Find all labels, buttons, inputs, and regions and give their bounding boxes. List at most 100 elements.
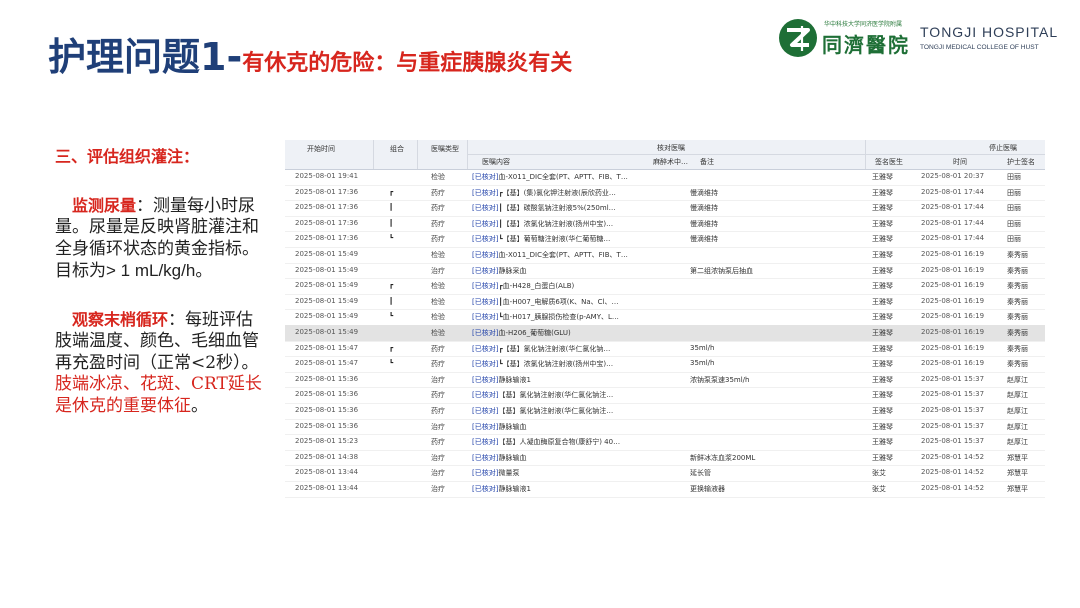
table-row[interactable]: 2025-08-01 19:41 检验 王雅琴 2025-08-01 20:37 田丽 [… xyxy=(285,169,1045,186)
verified-tag: [已核对] xyxy=(472,266,499,275)
table-row[interactable]: 2025-08-01 14:38 治疗 新鲜冰冻血浆200ML 王雅琴 2025-08-… xyxy=(285,450,1045,467)
cell-nurse-sign: 田丽 xyxy=(1007,188,1021,197)
table-row[interactable]: 2025-08-01 15:36 治疗 王雅琴 2025-08-01 15:37 赵厚江… xyxy=(285,419,1045,436)
table-row[interactable]: 2025-08-01 15:49 ┃ 检验 王雅琴 2025-08-01 16:19 秦秀… xyxy=(285,294,1045,311)
cell-order-content: [已核对]血-X011_DIC全套(PT、APTT、FIB、T… xyxy=(472,172,640,182)
cell-start-time: 2025-08-01 17:36 xyxy=(295,187,359,196)
cell-start-time: 2025-08-01 17:36 xyxy=(295,234,359,243)
cell-nurse-sign: 田丽 xyxy=(1007,235,1021,244)
table-row[interactable]: 2025-08-01 17:36 ┃ 药疗 慢滴维持 王雅琴 2025-08-01 17:… xyxy=(285,200,1045,217)
table-row[interactable]: 2025-08-01 17:36 ┗ 药疗 慢滴维持 王雅琴 2025-08-01 17:… xyxy=(285,231,1045,248)
cell-signing-doctor: 王雅琴 xyxy=(872,360,893,369)
cell-order-type: 药疗 xyxy=(431,235,445,244)
cell-stop-time: 2025-08-01 16:19 xyxy=(921,296,985,305)
table-row[interactable]: 2025-08-01 15:36 治疗 浓钠泵泵速35ml/h 王雅琴 2025-08-… xyxy=(285,372,1045,389)
cell-order-content: [已核对]【基】氯化钠注射液(华仁氯化钠注… xyxy=(472,406,640,416)
cell-note: 慢滴维持 xyxy=(690,204,718,213)
verified-tag: [已核对] xyxy=(472,188,499,197)
table-header: 开始时间 组合 医嘱类型 核对医嘱 停止医嘱 医嘱内容 麻醉术中… 备注 签名医… xyxy=(285,140,1045,170)
cell-group: ┃ xyxy=(389,218,394,227)
table-row[interactable]: 2025-08-01 15:49 治疗 第二组浓钠泵后抽血 王雅琴 2025-08-01… xyxy=(285,263,1045,280)
cell-note: 慢滴维持 xyxy=(690,219,718,228)
cell-stop-time: 2025-08-01 17:44 xyxy=(921,218,985,227)
table-row[interactable]: 2025-08-01 15:36 药疗 王雅琴 2025-08-01 15:37 赵厚江… xyxy=(285,403,1045,420)
col-signing-doctor[interactable]: 签名医生 xyxy=(875,157,903,167)
cell-order-type: 药疗 xyxy=(431,391,445,400)
col-group[interactable]: 组合 xyxy=(390,144,404,154)
cell-stop-time: 2025-08-01 14:52 xyxy=(921,452,985,461)
cell-order-type: 药疗 xyxy=(431,438,445,447)
header-divider xyxy=(417,140,418,169)
cell-nurse-sign: 郑慧平 xyxy=(1007,453,1028,462)
cell-start-time: 2025-08-01 19:41 xyxy=(295,172,359,180)
verified-tag: [已核对] xyxy=(472,422,499,431)
cell-order-type: 药疗 xyxy=(431,344,445,353)
cell-note: 慢滴维持 xyxy=(690,188,718,197)
table-row[interactable]: 2025-08-01 15:49 检验 王雅琴 2025-08-01 16:19 秦秀丽… xyxy=(285,325,1045,342)
cell-start-time: 2025-08-01 15:36 xyxy=(295,406,359,414)
cell-group: ┏ xyxy=(389,281,394,290)
verified-tag: [已核对] xyxy=(472,219,499,228)
cell-signing-doctor: 王雅琴 xyxy=(872,391,893,400)
table-row[interactable]: 2025-08-01 17:36 ┃ 药疗 慢滴维持 王雅琴 2025-08-01 17:… xyxy=(285,216,1045,233)
cell-order-type: 检验 xyxy=(431,313,445,322)
cell-group: ┏ xyxy=(389,343,394,352)
order-content-text: 静脉输液1 xyxy=(498,485,531,493)
cell-note: 慢滴维持 xyxy=(690,235,718,244)
order-content-text: 【基】氯化钠注射液(华仁氯化钠注… xyxy=(498,407,614,415)
cell-order-content: [已核对]【基】人凝血酶原复合物(康舒宁) 40… xyxy=(472,437,640,447)
table-row[interactable]: 2025-08-01 15:23 药疗 王雅琴 2025-08-01 15:37 赵厚江… xyxy=(285,434,1045,451)
cell-order-type: 药疗 xyxy=(431,360,445,369)
col-order-content[interactable]: 医嘱内容 xyxy=(482,157,510,167)
cell-order-type: 药疗 xyxy=(431,219,445,228)
col-anesthesia[interactable]: 麻醉术中… xyxy=(653,157,688,167)
verified-tag: [已核对] xyxy=(472,282,499,291)
cell-start-time: 2025-08-01 17:36 xyxy=(295,203,359,212)
cell-group: ┃ xyxy=(389,296,394,305)
cell-nurse-sign: 秦秀丽 xyxy=(1007,344,1028,353)
order-content-text: 微量泵 xyxy=(498,469,520,478)
cell-stop-time: 2025-08-01 16:19 xyxy=(921,359,985,368)
table-row[interactable]: 2025-08-01 15:49 ┗ 检验 王雅琴 2025-08-01 16:19 秦秀… xyxy=(285,309,1045,326)
tongji-emblem-icon xyxy=(779,19,817,57)
medical-orders-table: 开始时间 组合 医嘱类型 核对医嘱 停止医嘱 医嘱内容 麻醉术中… 备注 签名医… xyxy=(285,140,1045,500)
cell-order-type: 检验 xyxy=(431,282,445,291)
cell-start-time: 2025-08-01 15:36 xyxy=(295,374,359,383)
cell-signing-doctor: 王雅琴 xyxy=(872,297,893,306)
cell-note: 35ml/h xyxy=(690,343,715,352)
col-note[interactable]: 备注 xyxy=(700,157,714,167)
cell-start-time: 2025-08-01 15:49 xyxy=(295,296,359,305)
table-row[interactable]: 2025-08-01 15:36 药疗 王雅琴 2025-08-01 15:37 赵厚江… xyxy=(285,387,1045,404)
verified-tag: [已核对] xyxy=(472,313,499,322)
table-row[interactable]: 2025-08-01 15:49 检验 王雅琴 2025-08-01 16:19 秦秀丽… xyxy=(285,247,1045,264)
logo-affiliation: 华中科技大学同济医学院附属 xyxy=(824,21,903,28)
table-row[interactable]: 2025-08-01 17:36 ┏ 药疗 慢滴维持 王雅琴 2025-08-01 17:… xyxy=(285,185,1045,202)
cell-signing-doctor: 张艾 xyxy=(872,469,886,478)
order-content-text: 【基】氯化钠注射液(华仁氯化钠注… xyxy=(498,391,614,400)
cell-group: ┏ xyxy=(389,187,394,196)
col-start-time[interactable]: 开始时间 xyxy=(307,144,335,154)
cell-signing-doctor: 王雅琴 xyxy=(872,266,893,275)
cell-stop-time: 2025-08-01 16:19 xyxy=(921,312,985,321)
cell-note: 35ml/h xyxy=(690,359,715,368)
table-row[interactable]: 2025-08-01 15:49 ┏ 检验 王雅琴 2025-08-01 16:19 秦秀… xyxy=(285,278,1045,295)
title-subtitle: 有休克的危险：与重症胰腺炎有关 xyxy=(242,51,573,76)
logo-chinese-name: 同濟醫院 xyxy=(822,33,910,57)
table-row[interactable]: 2025-08-01 15:47 ┏ 药疗 35ml/h 王雅琴 2025-08-01 1… xyxy=(285,341,1045,358)
cell-start-time: 2025-08-01 15:47 xyxy=(295,343,359,352)
table-row[interactable]: 2025-08-01 13:44 治疗 延长管 张艾 2025-08-01 14:52 郑… xyxy=(285,465,1045,482)
col-nurse-sign[interactable]: 护士签名 xyxy=(1007,157,1035,167)
order-content-text: ┗【基】浓氯化钠注射液(扬州中宝)… xyxy=(498,360,614,369)
order-content-text: ┃【基】碳酸氢钠注射液5%(250ml… xyxy=(498,204,616,213)
cell-start-time: 2025-08-01 14:38 xyxy=(295,452,359,461)
cell-order-type: 治疗 xyxy=(431,453,445,462)
col-time[interactable]: 时间 xyxy=(953,157,967,167)
verified-tag: [已核对] xyxy=(472,453,499,462)
cell-start-time: 2025-08-01 15:47 xyxy=(295,359,359,368)
cell-note: 新鲜冰冻血浆200ML xyxy=(690,453,756,462)
table-row[interactable]: 2025-08-01 15:47 ┗ 药疗 35ml/h 王雅琴 2025-08-01 1… xyxy=(285,356,1045,373)
header-divider xyxy=(467,154,1045,155)
col-stop-group: 停止医嘱 xyxy=(989,144,1017,152)
table-row[interactable]: 2025-08-01 13:44 治疗 更换输液器 张艾 2025-08-01 14:5… xyxy=(285,481,1045,498)
col-order-type[interactable]: 医嘱类型 xyxy=(431,144,459,154)
